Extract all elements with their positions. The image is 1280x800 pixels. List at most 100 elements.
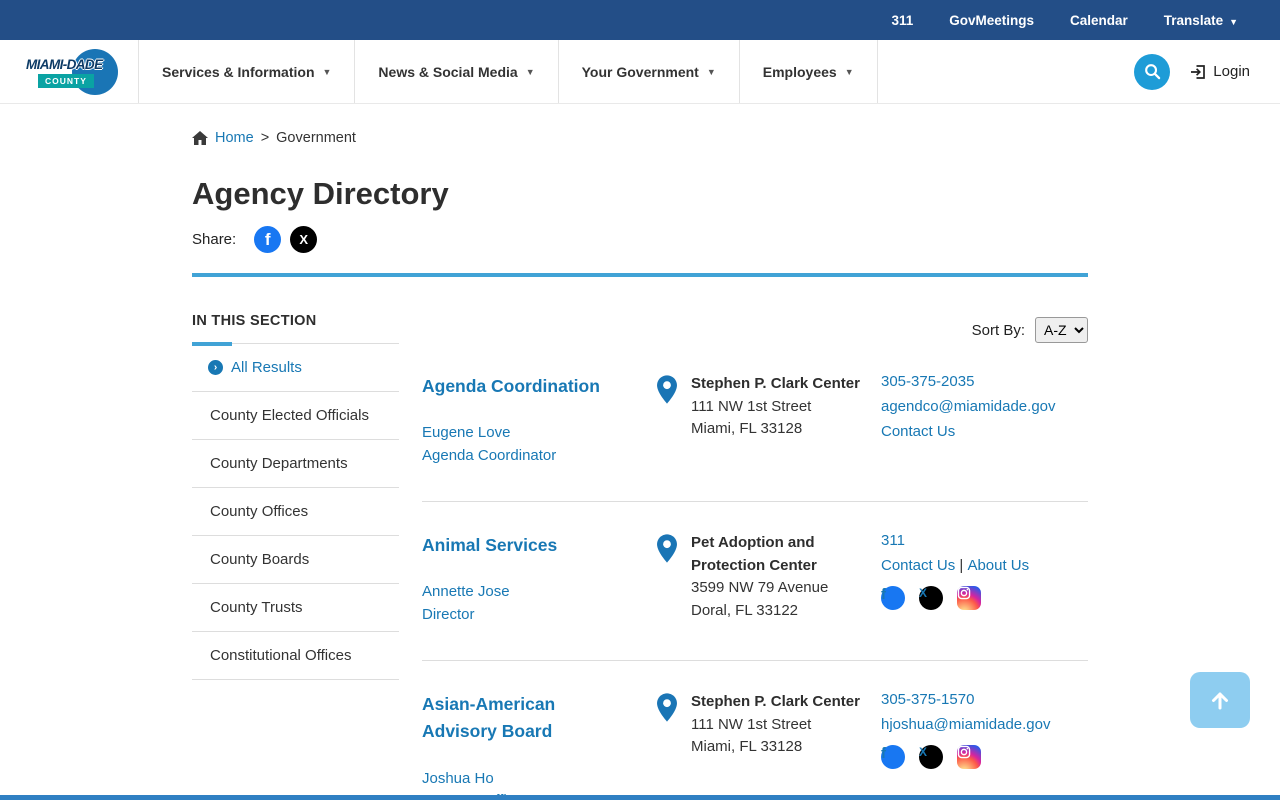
nav-employees[interactable]: Employees ▼ bbox=[738, 40, 878, 103]
header-right: Login bbox=[1134, 40, 1280, 103]
phone-line: 311 bbox=[881, 532, 1088, 549]
agency-name-link[interactable]: Animal Services bbox=[422, 532, 654, 559]
arrow-circle-icon: › bbox=[208, 360, 223, 375]
facebook-icon[interactable]: f bbox=[881, 586, 905, 611]
back-to-top-button[interactable] bbox=[1190, 672, 1250, 728]
arrow-up-icon bbox=[1212, 692, 1228, 710]
breadcrumb-current: Government bbox=[276, 130, 356, 146]
address-line-1: 3599 NW 79 Avenue bbox=[691, 579, 829, 597]
contact-links-row: Contact Us | About Us bbox=[881, 557, 1030, 575]
section: IN THIS SECTION › All Results County Elect… bbox=[192, 313, 1088, 800]
contact-title-link[interactable]: Agenda Coordinator bbox=[422, 445, 654, 468]
contact-name-link[interactable]: Eugene Love bbox=[422, 422, 654, 445]
sidebar-item-county-elected-officials[interactable]: County Elected Officials bbox=[192, 392, 399, 440]
chevron-down-icon: ▼ bbox=[322, 66, 332, 77]
x-icon[interactable]: X bbox=[919, 586, 943, 611]
share-facebook-icon[interactable]: f bbox=[254, 226, 282, 253]
link-311[interactable]: 311 bbox=[891, 13, 913, 28]
phone-line: 305-375-2035 bbox=[881, 373, 1088, 390]
bottom-accent-bar bbox=[0, 795, 1280, 800]
email-line: agendco@miamidade.gov bbox=[881, 398, 1088, 415]
phone-link[interactable]: 305-375-1570 bbox=[881, 691, 974, 708]
nav-services-information[interactable]: Services & Information ▼ bbox=[138, 40, 354, 103]
share-icons: f X bbox=[254, 226, 318, 253]
location-name: Pet Adoption and Protection Center bbox=[691, 534, 817, 574]
search-button[interactable] bbox=[1134, 53, 1171, 90]
social-icons-row: fX bbox=[881, 745, 1088, 770]
sidebar-item-county-offices[interactable]: County Offices bbox=[192, 488, 399, 536]
location-pin-icon bbox=[654, 692, 680, 800]
link-govmeetings[interactable]: GovMeetings bbox=[949, 13, 1034, 28]
translate-menu[interactable]: Translate ▼ bbox=[1164, 13, 1238, 28]
sidebar-item-all-results[interactable]: › All Results bbox=[192, 344, 399, 392]
nav-label: News & Social Media bbox=[378, 63, 518, 80]
email-line: hjoshua@miamidade.gov bbox=[881, 716, 1088, 733]
phone-link[interactable]: 311 bbox=[881, 532, 905, 549]
sidebar-item-label: County Boards bbox=[210, 551, 310, 568]
login-icon bbox=[1191, 64, 1206, 79]
breadcrumb-home-link[interactable]: Home bbox=[215, 130, 254, 146]
agency-contact-cell: 305-375-1570 hjoshua@miamidade.gov f X bbox=[881, 691, 1088, 800]
nav-your-government[interactable]: Your Government ▼ bbox=[557, 40, 739, 103]
agency-name-cell: Agenda Coordination Eugene Love Agenda Coo… bbox=[422, 373, 654, 467]
location-text: Pet Adoption and Protection Center 3599 N… bbox=[691, 532, 863, 626]
email-link[interactable]: agendco@miamidade.gov bbox=[881, 398, 1056, 415]
address-line-1: 111 NW 1st Street bbox=[691, 715, 812, 733]
address-line-2: Miami, FL 33128 bbox=[691, 420, 803, 437]
agency-list: Agenda Coordination Eugene Love Agenda Coo… bbox=[422, 343, 1088, 800]
sidebar-item-constitutional-offices[interactable]: Constitutional Offices bbox=[192, 632, 399, 680]
phone-line: 305-375-1570 bbox=[881, 691, 1088, 708]
sort-select[interactable]: A-Z bbox=[1035, 317, 1088, 343]
address-line-1: 111 NW 1st Street bbox=[691, 397, 812, 415]
link-calendar[interactable]: Calendar bbox=[1070, 13, 1128, 28]
sidebar-list: › All Results County Elected Officials Coun… bbox=[192, 341, 399, 680]
agency-directory-main: Sort By: A-Z Agenda Coordination Eugene L… bbox=[422, 313, 1088, 800]
translate-label: Translate bbox=[1163, 12, 1224, 28]
nav-label: Services & Information bbox=[162, 63, 315, 80]
agency-contact-person: Eugene Love Agenda Coordinator bbox=[422, 422, 654, 467]
phone-link[interactable]: 305-375-2035 bbox=[881, 373, 974, 390]
sidebar-item-label: County Trusts bbox=[210, 599, 303, 616]
sort-label: Sort By: bbox=[971, 321, 1025, 339]
sidebar-item-county-trusts[interactable]: County Trusts bbox=[192, 584, 399, 632]
breadcrumb: Home > Government bbox=[192, 130, 1088, 146]
sidebar-item-county-departments[interactable]: County Departments bbox=[192, 440, 399, 488]
login-button[interactable]: Login bbox=[1190, 63, 1250, 80]
agency-name-link[interactable]: Asian-American Advisory Board bbox=[422, 691, 654, 745]
sidebar-item-label: County Offices bbox=[210, 503, 309, 520]
instagram-icon[interactable] bbox=[957, 745, 981, 770]
utility-bar: 311 GovMeetings Calendar Translate ▼ bbox=[0, 0, 1280, 40]
contact-us-link[interactable]: Contact Us bbox=[881, 423, 955, 440]
agency-row: Asian-American Advisory BoardJoshua HoPr… bbox=[422, 661, 1088, 800]
contact-name-link[interactable]: Annette Jose bbox=[422, 581, 654, 604]
location-name: Stephen P. Clark Center bbox=[691, 375, 860, 392]
agency-name-cell: Animal Services Annette Jose Director bbox=[422, 532, 654, 626]
miami-dade-logo[interactable]: MIAMI-DADE COUNTY bbox=[26, 48, 120, 96]
breadcrumb-separator: > bbox=[260, 130, 270, 146]
about-us-link[interactable]: About Us bbox=[967, 557, 1029, 574]
nav-news-social-media[interactable]: News & Social Media ▼ bbox=[354, 40, 557, 103]
location-pin-icon bbox=[654, 374, 680, 467]
sidebar-item-county-boards[interactable]: County Boards bbox=[192, 536, 399, 584]
instagram-icon[interactable] bbox=[957, 586, 981, 611]
agency-name-link[interactable]: Agenda Coordination bbox=[422, 373, 654, 400]
agency-row: Agenda Coordination Eugene Love Agenda Coo… bbox=[422, 343, 1088, 503]
chevron-down-icon: ▼ bbox=[844, 66, 854, 77]
home-icon bbox=[192, 131, 208, 145]
agency-location-cell: Stephen P. Clark Center 111 NW 1st Street… bbox=[654, 691, 881, 800]
search-icon bbox=[1144, 64, 1161, 80]
contact-name-link[interactable]: Joshua Ho bbox=[422, 768, 654, 791]
address-line-2: Doral, FL 33122 bbox=[691, 601, 799, 619]
x-icon[interactable]: X bbox=[919, 745, 943, 770]
location-text: Stephen P. Clark Center 111 NW 1st Street… bbox=[691, 373, 860, 467]
location-pin-icon bbox=[654, 533, 680, 626]
agency-row: Animal Services Annette Jose Director Pet A… bbox=[422, 502, 1088, 662]
page-title: Agency Directory bbox=[192, 176, 449, 211]
sidebar-heading: IN THIS SECTION bbox=[192, 313, 317, 329]
facebook-icon[interactable]: f bbox=[881, 745, 905, 770]
share-x-icon[interactable]: X bbox=[290, 226, 318, 253]
email-link[interactable]: hjoshua@miamidade.gov bbox=[881, 716, 1051, 733]
social-icons-row: fX bbox=[881, 586, 1088, 611]
contact-title-link[interactable]: Director bbox=[422, 604, 654, 627]
contact-us-link[interactable]: Contact Us bbox=[881, 557, 955, 574]
